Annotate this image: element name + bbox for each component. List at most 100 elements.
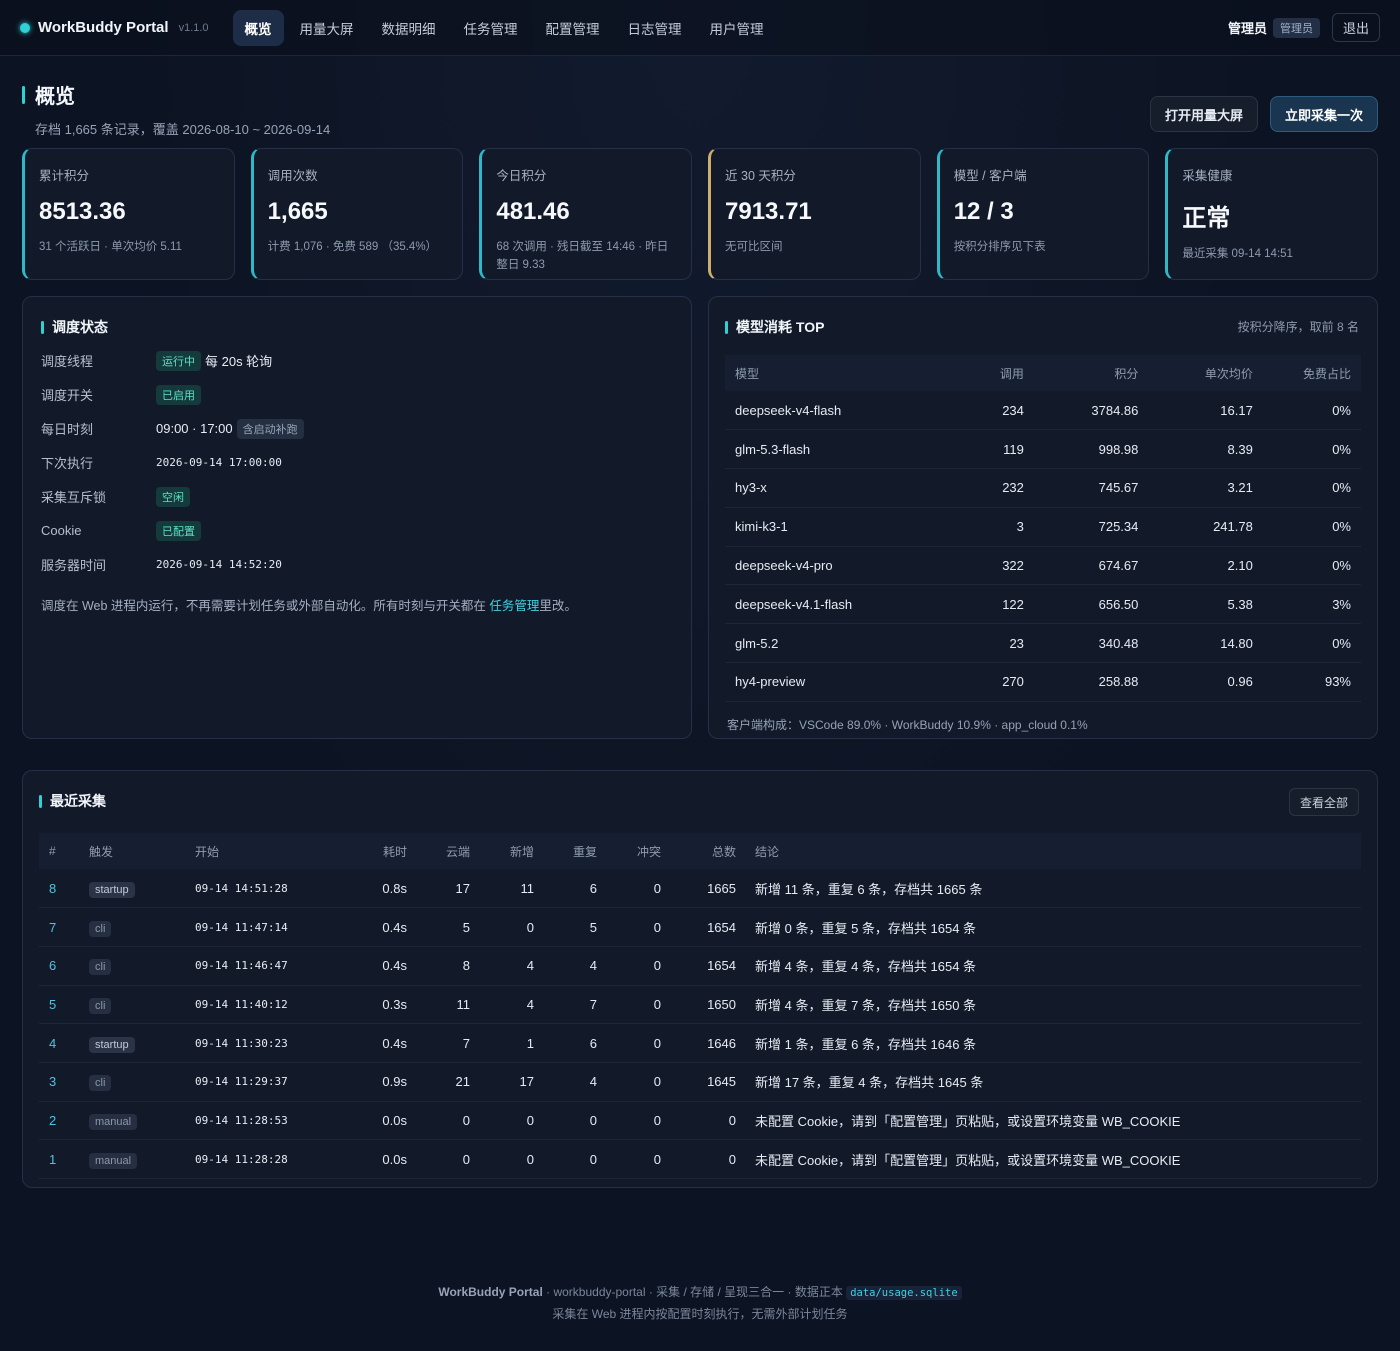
run-start-cell: 09-14 14:51:28 xyxy=(195,869,379,909)
run-conflict-cell: 0 xyxy=(597,946,661,986)
run-id-link[interactable]: 7 xyxy=(49,920,56,935)
model-avg: 2.10 xyxy=(1138,546,1253,586)
note-text: 里改。 xyxy=(539,599,577,613)
user-box: 管理员 管理员 退出 xyxy=(1228,13,1380,42)
status-badge: 含启动补跑 xyxy=(236,418,304,439)
run-new-cell: 11 xyxy=(470,869,534,909)
page-header: 概览 存档 1,665 条记录，覆盖 2026-08-10 ~ 2026-09-… xyxy=(22,80,1378,137)
task-management-link[interactable]: 任务管理 xyxy=(489,599,539,613)
run-new-cell: 4 xyxy=(470,985,534,1025)
model-name: deepseek-v4.1-flash xyxy=(725,584,948,625)
run-trigger-cell: startup xyxy=(89,1023,195,1063)
run-conflict-cell: 0 xyxy=(597,1023,661,1063)
stat-card-30day-points: 近 30 天积分 7913.71 无可比区间 xyxy=(708,148,921,280)
run-total-cell: 0 xyxy=(661,1139,736,1179)
run-conflict-cell: 0 xyxy=(597,985,661,1025)
stat-value: 1,665 xyxy=(267,198,328,225)
run-duration-cell: 0.4s xyxy=(379,907,407,947)
kv-key: 服务器时间 xyxy=(41,558,107,573)
run-dup-cell: 4 xyxy=(534,946,597,986)
run-id-link[interactable]: 8 xyxy=(49,881,56,896)
kv-cookie: Cookie 已配置 xyxy=(41,520,673,541)
col-points: 积分 xyxy=(1023,355,1139,391)
model-free-ratio: 0% xyxy=(1252,468,1361,508)
stat-value: 12 / 3 xyxy=(953,198,1014,225)
table-row[interactable]: 3 cli 09-14 11:29:37 0.9s 21 17 4 0 1645 新增 17 条，… xyxy=(39,1062,1361,1102)
run-duration-cell: 0.0s xyxy=(379,1101,407,1141)
kv-text: 每 20s 轮询 xyxy=(205,354,273,369)
kv-thread: 调度线程 运行中 每 20s 轮询 xyxy=(41,350,673,371)
brand-status-dot-icon xyxy=(20,22,30,33)
stat-label: 近 30 天积分 xyxy=(725,169,796,183)
model-points: 745.67 xyxy=(1023,468,1139,508)
nav-user-management[interactable]: 用户管理 xyxy=(698,10,776,46)
run-dup-cell: 5 xyxy=(534,907,597,947)
run-conflict-cell: 0 xyxy=(597,907,661,947)
kv-text: 09:00 · 17:00 xyxy=(156,421,233,436)
trigger-badge: cli xyxy=(89,997,112,1014)
logout-button[interactable]: 退出 xyxy=(1331,13,1380,42)
run-id-link[interactable]: 2 xyxy=(49,1113,56,1128)
nav-data-details[interactable]: 数据明细 xyxy=(370,10,448,46)
nav-overview[interactable]: 概览 xyxy=(232,9,284,46)
title-accent-bar xyxy=(725,320,728,334)
run-cloud-cell: 21 xyxy=(407,1062,470,1102)
nav-task-management[interactable]: 任务管理 xyxy=(452,10,530,46)
run-start-cell: 09-14 11:28:28 xyxy=(195,1139,379,1179)
table-row: kimi-k3-1 3 725.34 241.78 0% xyxy=(725,507,1361,547)
nav-log-management[interactable]: 日志管理 xyxy=(616,10,694,46)
model-points: 340.48 xyxy=(1023,623,1139,664)
title-accent-bar xyxy=(22,85,25,104)
model-name: kimi-k3-1 xyxy=(725,507,948,547)
run-id-link[interactable]: 3 xyxy=(49,1074,56,1089)
stat-value: 481.46 xyxy=(496,198,570,225)
table-row[interactable]: 6 cli 09-14 11:46:47 0.4s 8 4 4 0 1654 新增 4 条，重复 … xyxy=(39,946,1361,986)
model-avg: 241.78 xyxy=(1138,507,1253,547)
run-trigger-cell: cli xyxy=(89,1062,195,1102)
run-conflict-cell: 0 xyxy=(597,1101,661,1141)
recent-collections-panel: 最近采集 查看全部 # 触发 开始 耗时 云端 新增 重复 冲突 总数 结论 8… xyxy=(22,770,1378,1188)
run-id-link[interactable]: 1 xyxy=(49,1152,56,1167)
model-free-ratio: 0% xyxy=(1252,429,1361,470)
footer-brand: WorkBuddy Portal xyxy=(438,1285,543,1299)
model-calls: 322 xyxy=(947,546,1024,586)
model-points: 3784.86 xyxy=(1023,391,1139,431)
nav-usage-dashboard[interactable]: 用量大屏 xyxy=(288,10,366,46)
footer-line-1: WorkBuddy Portal · workbuddy-portal · 采集… xyxy=(0,1282,1400,1304)
model-name: hy4-preview xyxy=(725,662,948,702)
kv-daily-times: 每日时刻 09:00 · 17:00 含启动补跑 xyxy=(41,418,673,439)
col-conflict: 冲突 xyxy=(597,833,661,869)
run-new-cell: 4 xyxy=(470,946,534,986)
table-row[interactable]: 5 cli 09-14 11:40:12 0.3s 11 4 7 0 1650 新增 4 条，重复… xyxy=(39,985,1361,1025)
table-row[interactable]: 7 cli 09-14 11:47:14 0.4s 5 0 5 0 1654 新增 0 条，重复 … xyxy=(39,907,1361,947)
status-badge: 运行中 xyxy=(156,350,201,371)
run-duration-cell: 0.0s xyxy=(379,1139,407,1179)
col-dup: 重复 xyxy=(534,833,597,869)
run-start-cell: 09-14 11:28:53 xyxy=(195,1101,379,1141)
run-id-link[interactable]: 4 xyxy=(49,1036,56,1051)
table-row[interactable]: 1 manual 09-14 11:28:28 0.0s 0 0 0 0 0 未配置 Cookie… xyxy=(39,1139,1361,1179)
run-conclusion-cell: 新增 11 条，重复 6 条，存档共 1665 条 xyxy=(736,869,1361,909)
status-badge: 已启用 xyxy=(156,384,201,405)
run-id-link[interactable]: 6 xyxy=(49,958,56,973)
run-duration-cell: 0.8s xyxy=(379,869,407,909)
footer: WorkBuddy Portal · workbuddy-portal · 采集… xyxy=(0,1282,1400,1325)
model-avg: 5.38 xyxy=(1138,584,1253,625)
col-id: # xyxy=(39,833,89,869)
run-id-cell: 7 xyxy=(39,907,89,947)
table-row[interactable]: 2 manual 09-14 11:28:53 0.0s 0 0 0 0 0 未配置 Cookie… xyxy=(39,1101,1361,1141)
note-text: 调度在 Web 进程内运行，不再需要计划任务或外部自动化。所有时刻与开关都在 xyxy=(41,599,490,613)
panel-title: 调度状态 xyxy=(52,319,108,335)
run-dup-cell: 6 xyxy=(534,869,597,909)
run-cloud-cell: 0 xyxy=(407,1139,470,1179)
run-conclusion-cell: 未配置 Cookie，请到「配置管理」页粘贴，或设置环境变量 WB_COOKIE xyxy=(736,1101,1361,1141)
view-all-button[interactable]: 查看全部 xyxy=(1288,788,1359,816)
brand-name: WorkBuddy Portal xyxy=(38,19,169,36)
run-id-link[interactable]: 5 xyxy=(49,997,56,1012)
brand[interactable]: WorkBuddy Portal v1.1.0 xyxy=(20,19,209,36)
open-dashboard-button[interactable]: 打开用量大屏 xyxy=(1149,96,1258,132)
collect-now-button[interactable]: 立即采集一次 xyxy=(1269,96,1378,132)
table-row[interactable]: 4 startup 09-14 11:30:23 0.4s 7 1 6 0 1646 新增 1 条… xyxy=(39,1023,1361,1063)
table-row[interactable]: 8 startup 09-14 14:51:28 0.8s 17 11 6 0 1665 新增 1… xyxy=(39,869,1361,909)
nav-config-management[interactable]: 配置管理 xyxy=(534,10,612,46)
